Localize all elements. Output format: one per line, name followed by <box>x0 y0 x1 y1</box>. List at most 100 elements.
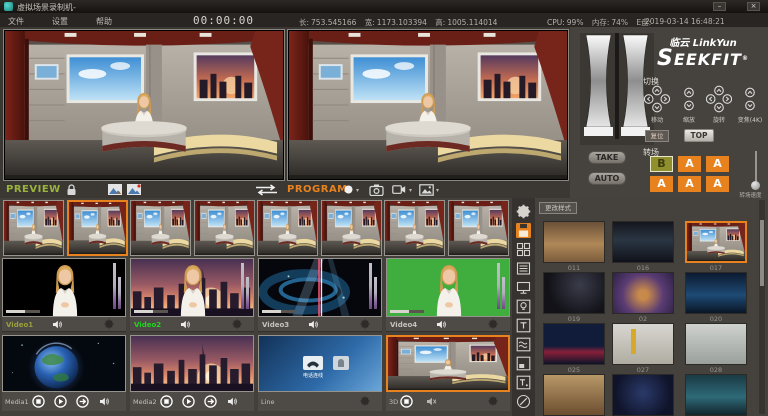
video2-thumbnail[interactable] <box>130 258 254 317</box>
video3-thumbnail[interactable] <box>258 258 382 317</box>
source-settings-gear-icon[interactable] <box>104 319 114 329</box>
gallery-item-selected[interactable] <box>685 221 747 263</box>
gallery-item[interactable] <box>612 374 674 416</box>
gallery-item[interactable] <box>543 221 605 263</box>
scale-dpad[interactable] <box>676 85 702 113</box>
gallery-item[interactable] <box>612 272 674 314</box>
subtitle-text-icon[interactable] <box>516 375 531 390</box>
layers-effects-icon[interactable] <box>516 337 531 352</box>
source-settings-gear-icon[interactable] <box>360 396 370 406</box>
image-dropdown-caret[interactable]: ▾ <box>436 187 439 194</box>
record-dropdown-caret[interactable]: ▾ <box>356 187 359 194</box>
add-scene-grid-icon[interactable] <box>516 242 531 257</box>
video-dropdown-caret[interactable]: ▾ <box>409 187 412 194</box>
scene-thumb-8[interactable] <box>448 200 509 256</box>
speaker-icon[interactable] <box>99 397 110 406</box>
scene-thumb-3[interactable] <box>130 200 191 256</box>
top-button[interactable]: TOP <box>684 129 714 142</box>
next-button[interactable] <box>204 395 217 408</box>
scene-thumb-1[interactable] <box>3 200 64 256</box>
record-icon[interactable] <box>344 185 353 194</box>
settings-gear-icon[interactable] <box>516 204 531 219</box>
source-settings-gear-icon[interactable] <box>360 319 370 329</box>
gallery-item[interactable] <box>543 272 605 314</box>
transition-button-a5[interactable]: A <box>706 176 729 192</box>
speaker-icon[interactable] <box>227 397 238 406</box>
gallery-item[interactable] <box>612 323 674 365</box>
scene-thumb-2-selected[interactable] <box>67 200 128 256</box>
speaker-icon[interactable] <box>436 320 447 329</box>
gallery-scrollbar[interactable] <box>759 200 765 414</box>
speaker-icon[interactable] <box>180 320 191 329</box>
scene-thumb-6[interactable] <box>321 200 382 256</box>
speaker-icon[interactable] <box>52 320 63 329</box>
media1-thumbnail[interactable] <box>2 335 126 392</box>
source-settings-gear-icon[interactable] <box>488 319 498 329</box>
speaker-icon[interactable] <box>308 320 319 329</box>
line-thumbnail[interactable]: 电话连线 <box>258 335 382 392</box>
gallery-item[interactable] <box>685 374 747 416</box>
scene-thumb-7[interactable] <box>384 200 445 256</box>
move-dpad[interactable] <box>644 85 670 113</box>
menu-settings[interactable]: 设置 <box>52 16 68 27</box>
tools-sidebar <box>512 198 535 416</box>
swap-bus-icon[interactable] <box>253 184 280 196</box>
media2-thumbnail[interactable] <box>130 335 254 392</box>
audio-meter <box>497 263 500 309</box>
draw-pen-icon[interactable] <box>516 394 531 409</box>
transition-button-a1[interactable]: A <box>678 156 701 172</box>
audio-meter <box>241 263 244 309</box>
transition-button-b[interactable]: B <box>650 156 673 172</box>
gallery-item[interactable] <box>685 272 747 314</box>
menu-help[interactable]: 帮助 <box>96 16 112 27</box>
scene-thumb-5[interactable] <box>257 200 318 256</box>
speaker-muted-icon[interactable] <box>426 397 437 406</box>
window-frame-icon[interactable] <box>516 356 531 371</box>
memory-value: 74% <box>611 18 628 27</box>
zoom-dpad[interactable] <box>737 85 763 113</box>
play-button[interactable] <box>182 395 195 408</box>
brand-logo: 临云 LinkYun SEEKFIT® <box>640 31 766 68</box>
close-button[interactable]: × <box>747 2 760 11</box>
save-floppy-icon[interactable] <box>516 223 531 238</box>
video1-thumbnail[interactable] <box>2 258 126 317</box>
rotate-dpad[interactable] <box>706 85 732 113</box>
gallery-item[interactable] <box>612 221 674 263</box>
gallery-item[interactable] <box>685 323 747 365</box>
background-image-1-icon[interactable] <box>108 184 122 195</box>
gallery-item[interactable] <box>543 323 605 365</box>
background-image-2-icon[interactable] <box>127 184 141 195</box>
video4-thumbnail[interactable] <box>386 258 510 317</box>
lock-icon[interactable] <box>66 184 77 196</box>
source-settings-gear-icon[interactable] <box>232 319 242 329</box>
transition-button-a4[interactable]: A <box>678 176 701 192</box>
video-capture-icon[interactable] <box>392 184 406 195</box>
transition-speed-knob[interactable] <box>751 181 760 190</box>
source-settings-gear-icon[interactable] <box>488 396 498 406</box>
monitor-display-icon[interactable] <box>516 280 531 295</box>
3d-scene-thumbnail[interactable] <box>386 335 510 392</box>
stop-button[interactable] <box>160 395 173 408</box>
take-button[interactable]: TAKE <box>588 151 626 164</box>
audio-meter <box>246 277 249 309</box>
menu-file[interactable]: 文件 <box>8 16 24 27</box>
list-icon[interactable] <box>516 261 531 276</box>
gallery-tab[interactable]: 更改样式 <box>539 202 577 214</box>
auto-button[interactable]: AUTO <box>588 172 626 185</box>
title-text-icon[interactable] <box>516 318 531 333</box>
lighting-bulb-icon[interactable] <box>516 299 531 314</box>
minimize-button[interactable]: – <box>713 2 726 11</box>
play-button[interactable] <box>54 395 67 408</box>
transition-button-a3[interactable]: A <box>650 176 673 192</box>
transition-button-a2[interactable]: A <box>706 156 729 172</box>
image-export-icon[interactable] <box>419 184 434 196</box>
stop-button[interactable] <box>400 395 413 408</box>
gallery-item[interactable] <box>543 374 605 416</box>
stop-button[interactable] <box>32 395 45 408</box>
next-button[interactable] <box>76 395 89 408</box>
gallery-scrollbar-thumb[interactable] <box>760 220 764 286</box>
scene-thumb-4[interactable] <box>194 200 255 256</box>
snapshot-camera-icon[interactable] <box>369 184 384 196</box>
reset-button[interactable]: 复位 <box>645 130 669 142</box>
dim-width-label: 宽: <box>365 18 375 27</box>
